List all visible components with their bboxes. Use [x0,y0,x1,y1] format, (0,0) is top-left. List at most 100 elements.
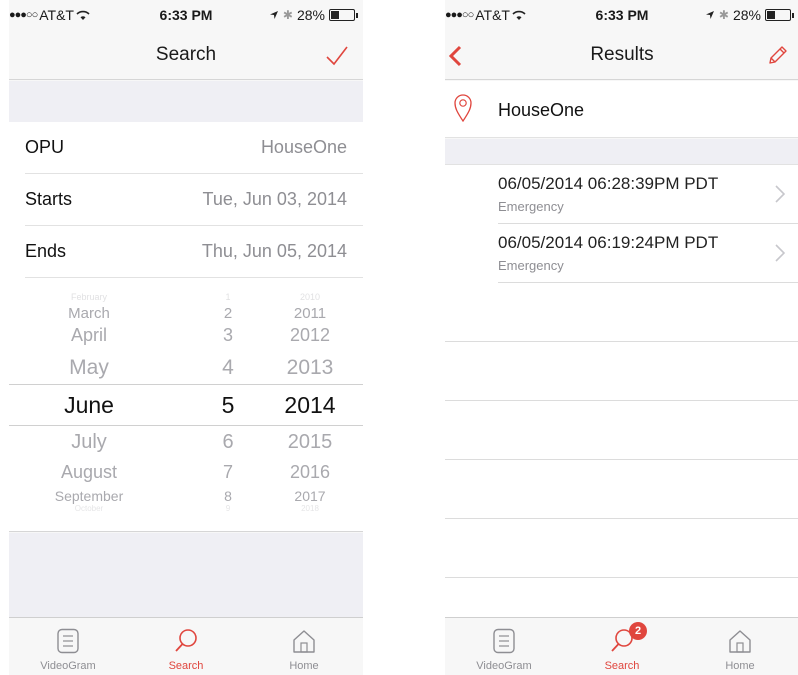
tab-bar: VideoGram 2 Search Home [445,617,798,675]
month-option: October [74,504,104,513]
page-title: Search [155,44,217,65]
tab-videogram-label: VideoGram [40,660,96,672]
starts-label: Starts [25,189,73,209]
year-option: 2011 [293,305,327,322]
status-right: ✱ 28% [269,7,358,23]
empty-row [445,401,798,460]
year-option: 2010 [299,292,321,302]
tab-bar: VideoGram Search Home [9,617,363,675]
year-option: 2017 [294,488,326,504]
battery-percent: 28% [296,7,325,23]
location-arrow-icon [705,11,714,19]
year-option: 2015 [287,431,333,453]
starts-row[interactable]: Starts Tue, Jun 03, 2014 [25,174,363,226]
ends-value: Thu, Jun 05, 2014 [201,241,347,261]
battery-icon [329,9,358,21]
tab-search[interactable]: Search [127,618,245,675]
result-row[interactable]: 06/05/2014 06:19:24PM PDT Emergency [498,224,798,283]
ends-label: Ends [25,241,67,261]
day-option: 2 [223,305,233,322]
month-option: September [54,488,124,504]
results-screen: ●●●○○ AT&T 6:33 PM ✱ 28% Results HouseOn… [445,0,798,675]
tab-home-label: Home [725,660,755,672]
section-spacer [9,81,363,122]
day-option: 6 [222,431,234,453]
confirm-button[interactable] [321,40,353,72]
month-option: May [69,356,109,379]
tab-videogram-label: VideoGram [476,660,532,672]
battery-percent: 28% [732,7,761,23]
month-option: August [60,462,118,482]
ends-row[interactable]: Ends Thu, Jun 05, 2014 [25,226,363,278]
month-option: February [70,292,107,302]
search-fields: OPU HouseOne Starts Tue, Jun 03, 2014 En… [9,122,363,278]
day-option: 7 [222,462,233,482]
year-option-selected: 2014 [284,392,336,418]
tab-home[interactable]: Home [245,618,363,675]
status-bar: ●●●○○ AT&T 6:33 PM ✱ 28% [445,0,798,30]
videogram-icon [489,626,519,656]
starts-value: Tue, Jun 03, 2014 [202,189,347,209]
result-type: Emergency [498,199,564,214]
edit-button[interactable] [761,40,793,72]
search-screen: ●●●○○ AT&T 6:33 PM ✱ 28% Search OPU Hous… [9,0,363,675]
tab-home-label: Home [289,660,319,672]
empty-row [445,342,798,401]
month-option: April [70,325,107,345]
home-icon [289,626,319,656]
tab-search-label: Search [604,660,640,672]
month-option: July [71,431,107,453]
tab-home[interactable]: Home [681,618,798,675]
opu-value: HouseOne [260,137,347,157]
year-option: 2018 [301,504,319,513]
date-picker[interactable]: February March April May June July Augus… [9,278,363,532]
result-timestamp: 06/05/2014 06:28:39PM PDT [498,174,719,193]
videogram-icon [53,626,83,656]
home-icon [725,626,755,656]
tab-videogram[interactable]: VideoGram [9,618,127,675]
day-option: 8 [224,488,232,504]
day-option: 1 [225,292,231,302]
status-right: ✱ 28% [705,7,794,23]
result-row[interactable]: 06/05/2014 06:28:39PM PDT Emergency [498,165,798,224]
results-list: 06/05/2014 06:28:39PM PDT Emergency 06/0… [445,165,798,617]
location-pin-icon [453,93,473,128]
chevron-right-icon [775,244,786,267]
pencil-icon [769,46,787,64]
opu-label: OPU [25,137,65,157]
tab-search-label: Search [168,660,204,672]
page-title: Results [590,44,654,65]
bluetooth-icon: ✱ [718,8,729,22]
tab-search[interactable]: 2 Search [563,618,681,675]
nav-bar: Results [445,30,798,80]
year-option: 2013 [286,356,334,379]
opu-row[interactable]: OPU HouseOne [25,122,363,174]
nav-bar: Search [9,30,363,80]
month-option: March [68,305,110,322]
result-type: Emergency [498,258,564,273]
empty-row [445,283,798,342]
day-option: 4 [222,356,234,379]
bottom-spacer [9,533,363,617]
result-timestamp: 06/05/2014 06:19:24PM PDT [498,233,719,252]
location-arrow-icon [269,11,278,19]
status-bar: ●●●○○ AT&T 6:33 PM ✱ 28% [9,0,363,30]
day-option: 3 [222,325,233,345]
day-option: 9 [225,504,231,513]
checkmark-icon [326,46,348,66]
location-row[interactable]: HouseOne [445,81,798,138]
search-icon [171,626,201,656]
empty-row [445,460,798,519]
section-spacer [445,139,798,165]
empty-row [445,519,798,578]
chevron-right-icon [775,185,786,208]
year-option: 2016 [289,462,331,482]
bluetooth-icon: ✱ [282,8,293,22]
year-option: 2012 [289,325,331,345]
location-name: HouseOne [498,100,585,120]
battery-icon [765,9,794,21]
month-option-selected: June [64,392,114,418]
day-option-selected: 5 [221,392,235,418]
tab-videogram[interactable]: VideoGram [445,618,563,675]
notification-badge: 2 [629,622,647,640]
